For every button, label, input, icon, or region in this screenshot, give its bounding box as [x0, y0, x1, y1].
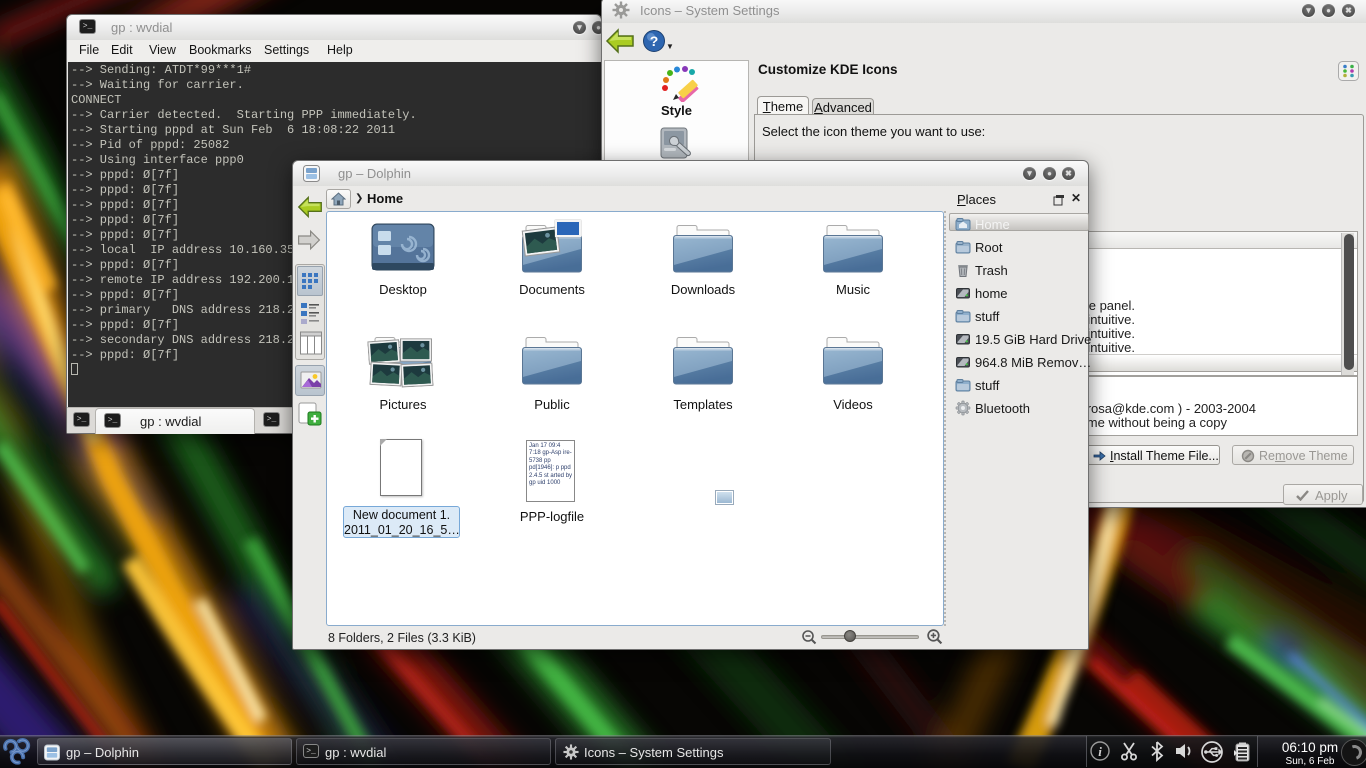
svg-text:i: i — [1098, 744, 1102, 759]
svg-text:?: ? — [650, 33, 659, 49]
